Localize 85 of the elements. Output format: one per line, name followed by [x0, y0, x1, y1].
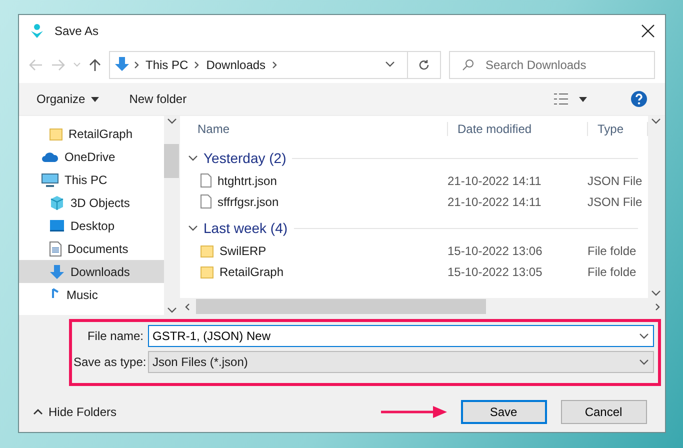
chevron-icon — [384, 59, 394, 69]
document-icon — [48, 240, 62, 256]
window-title: Save As — [54, 24, 100, 38]
chevron-icon — [638, 331, 648, 341]
chevron-icon — [638, 357, 648, 367]
date-cell-text: 15-10-2022 13:06 — [448, 244, 544, 258]
file-name[interactable]: htghtrt.json — [188, 173, 448, 188]
column-header[interactable]: Date modified — [448, 122, 588, 136]
group-header[interactable]: Last week (4) — [204, 220, 288, 236]
list-view-icon — [552, 93, 568, 105]
sidebar-item[interactable]: Downloads — [18, 260, 164, 283]
chevron-icon — [651, 288, 661, 298]
close-button[interactable] — [640, 24, 654, 38]
date-cell-text: 21-10-2022 14:11 — [448, 194, 542, 208]
type-cell-text: JSON File — [588, 194, 644, 208]
sidebar-item[interactable]: Music — [18, 283, 164, 306]
date-cell-text: 15-10-2022 13:05 — [448, 264, 544, 278]
organize-button[interactable]: Organize — [36, 92, 100, 106]
folder-icon — [200, 264, 214, 278]
file-type-dropdown[interactable]: Json Files (*.json) — [148, 351, 654, 373]
file-name-field[interactable]: GSTR-1, (JSON) New — [152, 329, 638, 343]
file-icon — [200, 194, 212, 209]
caret-down-icon — [91, 96, 100, 102]
view-options-button[interactable] — [552, 93, 586, 105]
download-icon — [114, 56, 130, 72]
scrollbar[interactable] — [648, 116, 664, 298]
chevron-icon — [651, 116, 661, 126]
scroll-right-icon — [654, 302, 660, 310]
type-cell-text: File folde — [588, 264, 638, 278]
expand-chevron-icon[interactable] — [188, 153, 198, 163]
chevron-up-icon — [32, 409, 42, 415]
search-box[interactable]: Search Downloads — [448, 51, 654, 79]
refresh-icon — [418, 59, 430, 71]
type-cell-text: File folde — [588, 244, 638, 258]
field-label: Save as type: — [74, 355, 144, 369]
breadcrumb[interactable]: This PC — [146, 58, 188, 72]
help-icon — [630, 91, 646, 107]
cancel-button[interactable]: Cancel — [560, 400, 646, 424]
computer-icon — [40, 172, 58, 186]
scrollbar-thumb[interactable] — [164, 144, 180, 178]
sidebar-item[interactable]: RetailGraph — [18, 122, 164, 145]
file-icon — [200, 173, 212, 188]
app-logo-icon — [28, 23, 44, 39]
scroll-left-icon — [184, 302, 190, 310]
help-button[interactable] — [630, 91, 646, 107]
sidebar-item[interactable]: Desktop — [18, 214, 164, 237]
chevron-right-icon — [272, 61, 278, 69]
expand-chevron-icon[interactable] — [188, 223, 198, 233]
hide-folders-button[interactable]: Hide Folders — [32, 405, 117, 419]
caret-down-icon — [578, 96, 586, 102]
pointer-arrow — [380, 406, 446, 418]
file-name[interactable]: sffrfgsr.json — [188, 194, 448, 209]
folder-icon — [48, 126, 62, 140]
file-name-combo-box[interactable]: GSTR-1, (JSON) New — [148, 325, 654, 347]
sidebar-item[interactable]: Documents — [18, 237, 164, 260]
file-name[interactable]: RetailGraph — [188, 264, 448, 278]
scrollbar-thumb[interactable] — [196, 299, 486, 314]
chevron-icon — [166, 305, 177, 315]
sidebar-item[interactable]: 3D Objects — [18, 191, 164, 214]
horizontal-scrollbar[interactable] — [180, 298, 664, 315]
download-icon — [48, 264, 64, 280]
chevron-right-icon — [134, 61, 140, 69]
field-label: File name: — [86, 329, 144, 343]
group-header[interactable]: Yesterday (2) — [204, 150, 286, 166]
column-header[interactable]: Name — [188, 122, 448, 136]
chevron-icon — [188, 153, 198, 163]
sidebar-item[interactable]: This PC — [18, 168, 164, 191]
sidebar-item[interactable]: OneDrive — [18, 145, 164, 168]
cube-icon — [48, 194, 64, 210]
up-button[interactable] — [88, 58, 100, 72]
type-cell-text: JSON File — [588, 174, 644, 188]
address-bar[interactable]: This PC Downloads — [108, 51, 440, 79]
breadcrumb[interactable]: Downloads — [206, 58, 266, 72]
chevron-icon — [166, 116, 177, 126]
chevron-right-icon — [194, 61, 200, 69]
new-folder-button[interactable]: New folder — [129, 92, 187, 106]
search-icon — [462, 59, 474, 71]
folder-icon — [200, 244, 214, 258]
scrollbar[interactable] — [164, 116, 180, 315]
chevron-icon — [188, 223, 198, 233]
cloud-icon — [40, 150, 58, 162]
date-cell-text: 21-10-2022 14:11 — [448, 174, 542, 188]
file-name[interactable]: SwilERP — [188, 244, 448, 258]
monitor-icon — [48, 219, 64, 232]
save-button[interactable]: Save — [460, 400, 546, 424]
